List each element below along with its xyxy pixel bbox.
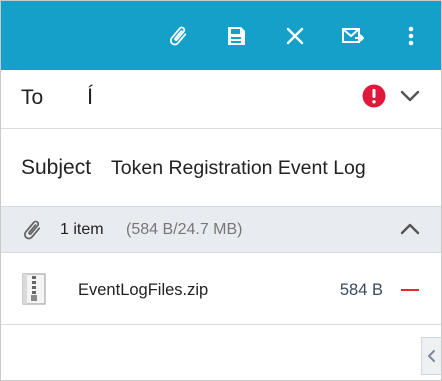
compose-toolbar (1, 1, 441, 70)
attachment-name: EventLogFiles.zip (78, 281, 209, 299)
save-button[interactable] (222, 22, 250, 50)
more-vertical-icon (408, 26, 414, 46)
recipients-row: To Í (1, 70, 441, 129)
attachment-size-total: (584 B/24.7 MB) (126, 221, 243, 238)
close-icon (286, 27, 304, 45)
remove-attachment-button[interactable] (401, 289, 419, 291)
error-icon (362, 84, 386, 108)
subject-row: Subject Token Registration Event Log (1, 129, 441, 204)
to-label: To (21, 86, 44, 109)
send-button[interactable] (339, 22, 367, 50)
to-field[interactable]: Í (87, 84, 147, 110)
chevron-left-icon (427, 350, 435, 362)
attach-button[interactable] (164, 22, 192, 50)
chevron-up-icon[interactable] (399, 219, 421, 239)
subject-field[interactable]: Token Registration Event Log (111, 157, 366, 180)
chevron-down-icon[interactable] (399, 87, 421, 107)
more-options-button[interactable] (397, 22, 425, 50)
attachment-item[interactable]: EventLogFiles.zip 584 B (1, 252, 441, 325)
save-icon (228, 27, 245, 45)
paperclip-icon (169, 26, 187, 46)
attachment-count: 1 item (60, 221, 104, 238)
attachment-size: 584 B (339, 281, 383, 299)
paperclip-icon (23, 220, 41, 240)
discard-button[interactable] (281, 22, 309, 50)
subject-label: Subject (21, 156, 92, 179)
zip-file-icon (22, 273, 46, 305)
attachments-header[interactable]: 1 item (584 B/24.7 MB) (1, 206, 441, 253)
send-mail-icon (342, 28, 364, 43)
compose-window: To Í Subject Token Registration Event Lo… (0, 0, 442, 381)
side-panel-toggle[interactable] (421, 337, 441, 375)
